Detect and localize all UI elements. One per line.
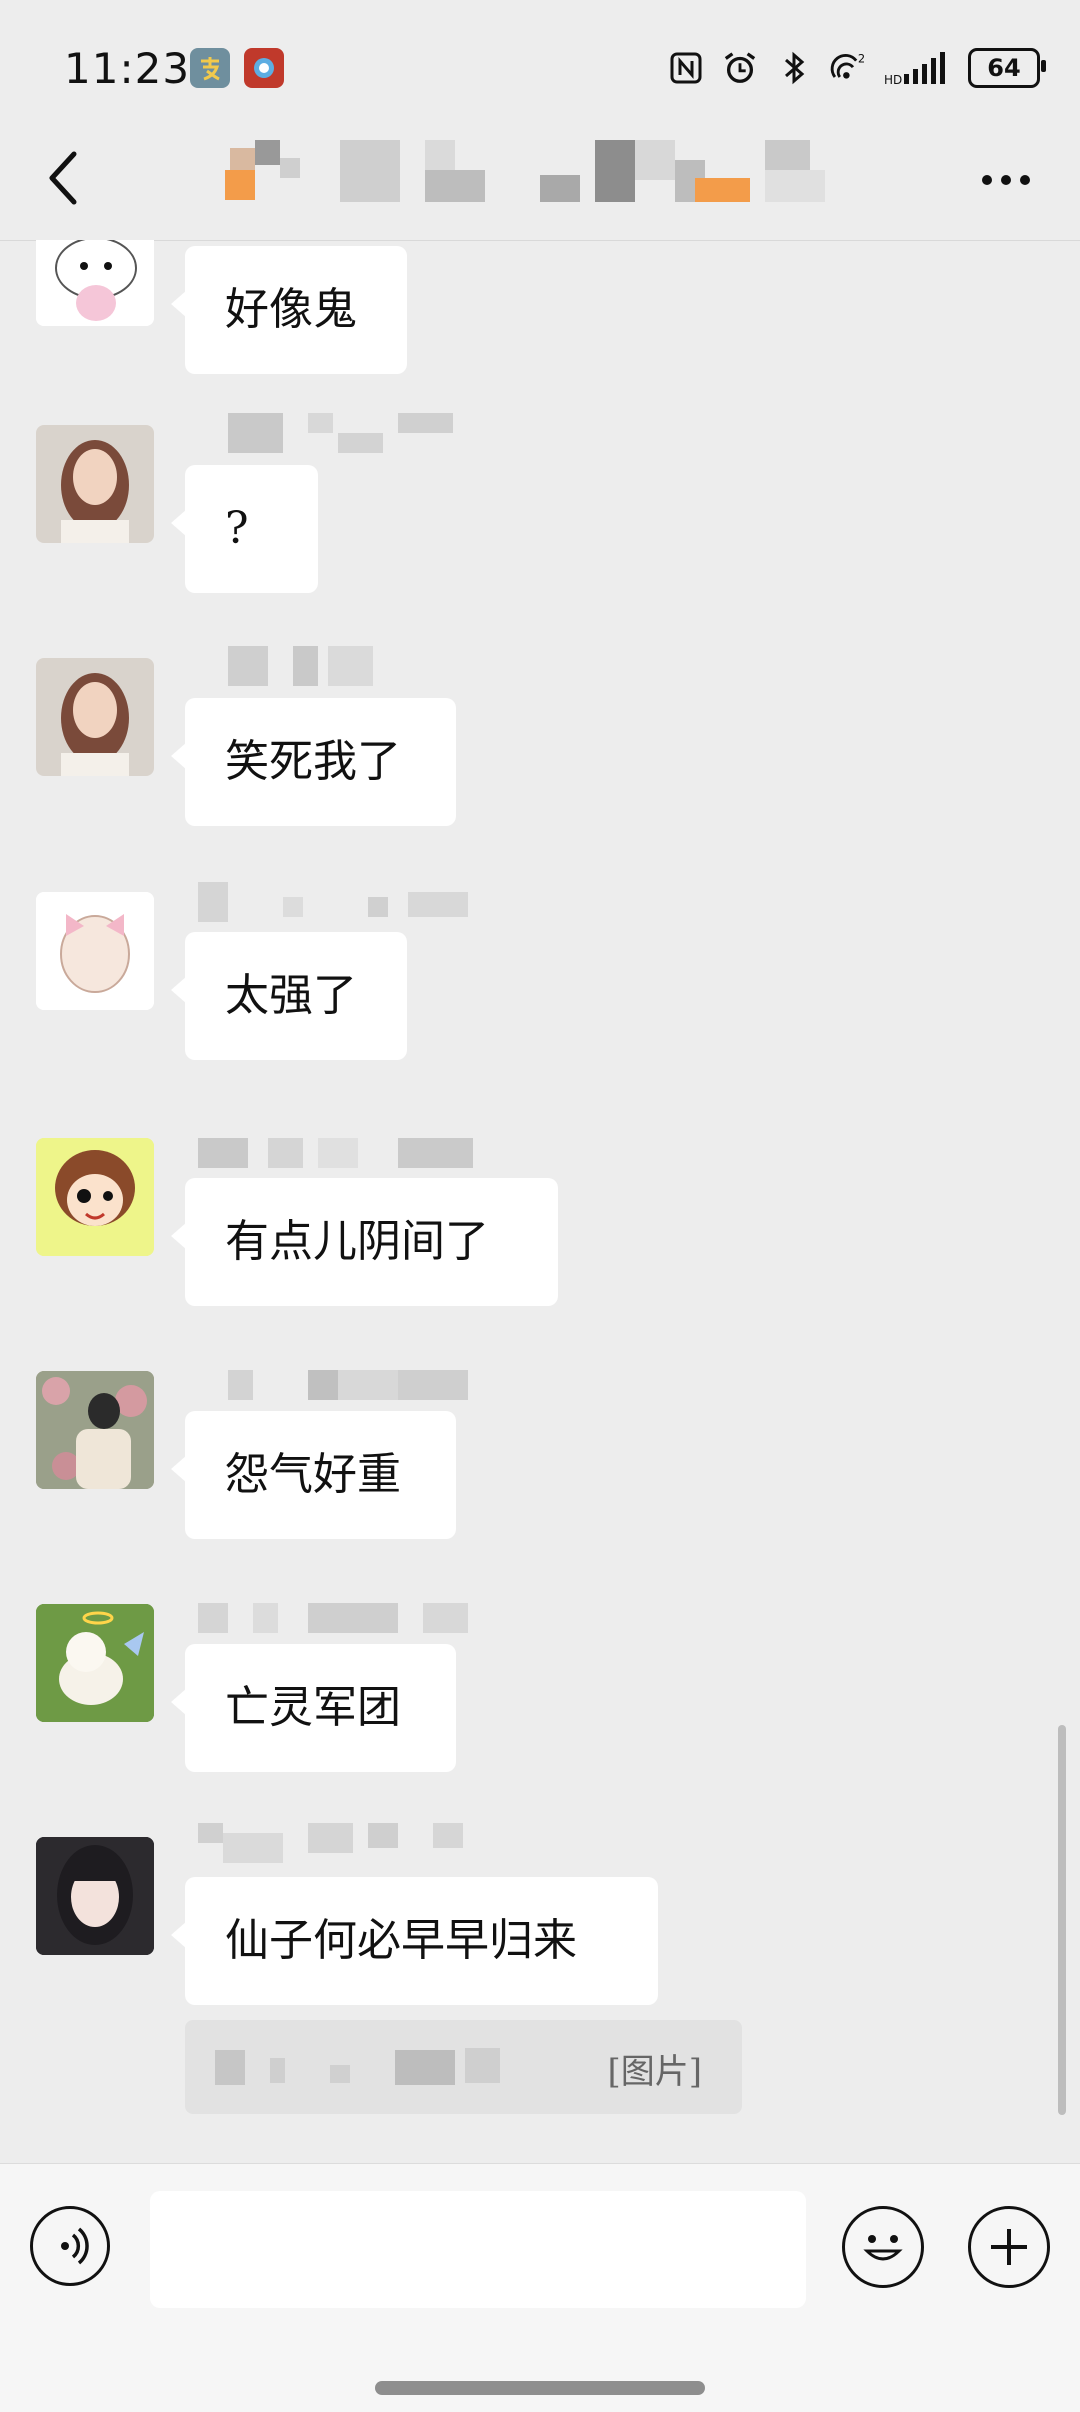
avatar[interactable] bbox=[36, 658, 154, 776]
bluetooth-icon bbox=[776, 50, 812, 86]
message-bubble[interactable]: 好像鬼 bbox=[171, 246, 407, 374]
scrollbar[interactable] bbox=[1058, 1725, 1066, 2115]
svg-text:HD: HD bbox=[884, 73, 902, 86]
plus-icon[interactable] bbox=[968, 2206, 1050, 2288]
avatar[interactable] bbox=[36, 1371, 154, 1489]
sender-name-redacted bbox=[228, 1370, 468, 1400]
hotspot-icon: 2 bbox=[830, 50, 866, 86]
avatar[interactable] bbox=[36, 1138, 154, 1256]
message-bubble[interactable]: 怨气好重 bbox=[171, 1411, 456, 1539]
sender-name-redacted bbox=[228, 413, 453, 453]
voice-icon[interactable] bbox=[30, 2206, 110, 2286]
avatar[interactable] bbox=[36, 1604, 154, 1722]
status-time: 11:23 bbox=[64, 44, 191, 93]
home-indicator[interactable] bbox=[375, 2381, 705, 2395]
sender-name-redacted bbox=[198, 1823, 463, 1863]
avatar[interactable] bbox=[36, 240, 154, 326]
back-arrow-icon[interactable] bbox=[40, 148, 90, 208]
message-bubble[interactable]: 有点儿阴间了 bbox=[171, 1178, 558, 1306]
quoted-image-label: [图片] bbox=[607, 2052, 702, 2092]
sender-name-redacted bbox=[198, 1603, 468, 1633]
sender-name-redacted bbox=[198, 1138, 473, 1168]
message-bubble[interactable]: ? bbox=[171, 465, 318, 593]
signal-icon: HD bbox=[884, 50, 950, 86]
battery-indicator: 64 bbox=[968, 48, 1046, 88]
app-icon bbox=[244, 48, 284, 88]
system-icons: 2 HD 64 bbox=[668, 44, 1046, 92]
message-bubble[interactable]: 笑死我了 bbox=[171, 698, 456, 826]
emoji-icon[interactable] bbox=[842, 2206, 924, 2288]
input-bar bbox=[0, 2163, 1080, 2412]
sender-name-redacted bbox=[228, 646, 373, 686]
more-dots-icon[interactable] bbox=[982, 170, 1042, 190]
svg-text:2: 2 bbox=[858, 51, 865, 65]
message-input[interactable] bbox=[150, 2191, 806, 2308]
avatar[interactable] bbox=[36, 892, 154, 1010]
alipay-icon bbox=[190, 48, 230, 88]
avatar[interactable] bbox=[36, 1837, 154, 1955]
avatar[interactable] bbox=[36, 425, 154, 543]
sender-name-redacted bbox=[198, 882, 468, 922]
message-list[interactable]: 好像鬼 ? 笑死我了 太强了 有点儿阴间了 怨气好重 亡灵军团 仙子何必早早归来… bbox=[0, 240, 1080, 2165]
nfc-icon bbox=[668, 50, 704, 86]
message-bubble[interactable]: 亡灵军团 bbox=[171, 1644, 456, 1772]
quoted-message[interactable]: [图片] bbox=[185, 2020, 742, 2114]
message-bubble[interactable]: 仙子何必早早归来 bbox=[171, 1877, 658, 2005]
message-bubble[interactable]: 太强了 bbox=[171, 932, 407, 1060]
alarm-icon bbox=[722, 50, 758, 86]
chat-title-redacted bbox=[225, 140, 825, 202]
quoted-text-redacted bbox=[215, 2048, 500, 2085]
